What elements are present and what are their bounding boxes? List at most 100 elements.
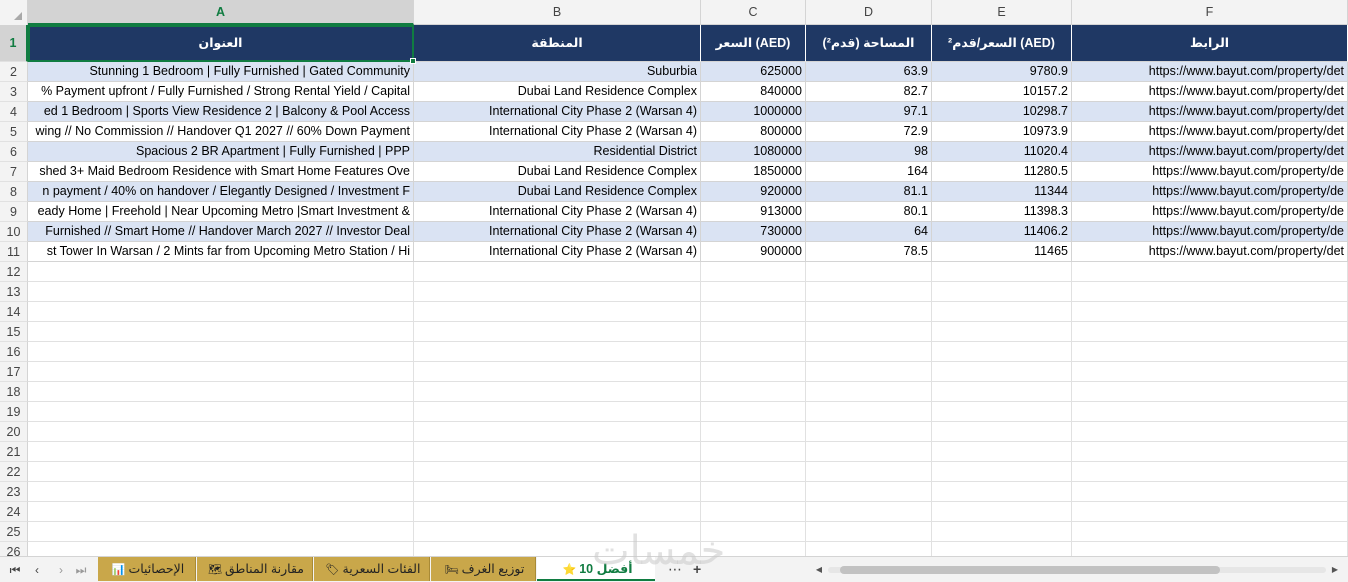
empty-cell[interactable] (1072, 542, 1348, 556)
empty-cell[interactable] (28, 302, 414, 322)
row-header[interactable]: 25 (0, 522, 28, 542)
empty-cell[interactable] (932, 422, 1072, 442)
empty-cell[interactable] (701, 302, 806, 322)
row-header[interactable]: 8 (0, 182, 28, 202)
cell-link[interactable]: https://www.bayut.com/property/de (1072, 162, 1348, 182)
empty-cell[interactable] (28, 542, 414, 556)
cell-area[interactable]: Suburbia (414, 62, 701, 82)
empty-cell[interactable] (806, 402, 932, 422)
row-header[interactable]: 26 (0, 542, 28, 556)
cell-price[interactable]: 800000 (701, 122, 806, 142)
empty-cell[interactable] (932, 402, 1072, 422)
tab-price-categories[interactable]: 🏷 الفئات السعرية (314, 557, 430, 581)
cell-size[interactable]: 97.1 (806, 102, 932, 122)
row-header[interactable]: 14 (0, 302, 28, 322)
header-cell-price[interactable]: السعر (AED) (701, 25, 806, 62)
empty-cell[interactable] (414, 422, 701, 442)
empty-cell[interactable] (414, 382, 701, 402)
tab-statistics[interactable]: 📊 الإحصائيات (98, 557, 196, 581)
row-header[interactable]: 17 (0, 362, 28, 382)
cell-price-per-sqft[interactable]: 11406.2 (932, 222, 1072, 242)
empty-cell[interactable] (806, 382, 932, 402)
cell-link[interactable]: https://www.bayut.com/property/de (1072, 222, 1348, 242)
cell-size[interactable]: 81.1 (806, 182, 932, 202)
row-header[interactable]: 19 (0, 402, 28, 422)
cell-size[interactable]: 64 (806, 222, 932, 242)
tab-area-comparison[interactable]: 🗺 مقارنة المناطق (197, 557, 313, 581)
column-header-b[interactable]: B (414, 0, 701, 25)
row-header[interactable]: 10 (0, 222, 28, 242)
cell-title[interactable]: ed 1 Bedroom | Sports View Residence 2 |… (28, 102, 414, 122)
row-header[interactable]: 18 (0, 382, 28, 402)
empty-cell[interactable] (414, 262, 701, 282)
empty-cell[interactable] (932, 382, 1072, 402)
column-header-e[interactable]: E (932, 0, 1072, 25)
empty-cell[interactable] (701, 462, 806, 482)
empty-cell[interactable] (1072, 402, 1348, 422)
row-header[interactable]: 22 (0, 462, 28, 482)
cell-price[interactable]: 920000 (701, 182, 806, 202)
empty-cell[interactable] (932, 542, 1072, 556)
empty-cell[interactable] (701, 442, 806, 462)
empty-cell[interactable] (28, 442, 414, 462)
cell-size[interactable]: 98 (806, 142, 932, 162)
row-header[interactable]: 5 (0, 122, 28, 142)
empty-cell[interactable] (414, 302, 701, 322)
row-header[interactable]: 9 (0, 202, 28, 222)
cell-link[interactable]: https://www.bayut.com/property/de (1072, 202, 1348, 222)
cell-title[interactable]: n payment / 40% on handover / Elegantly … (28, 182, 414, 202)
empty-cell[interactable] (1072, 382, 1348, 402)
tab-room-distribution[interactable]: 🛏 توزيع الغرف (431, 557, 536, 581)
cell-area[interactable]: International City Phase 2 (Warsan 4) (414, 202, 701, 222)
empty-cell[interactable] (806, 442, 932, 462)
empty-cell[interactable] (1072, 482, 1348, 502)
row-header[interactable]: 1 (0, 25, 28, 62)
empty-cell[interactable] (806, 542, 932, 556)
empty-cell[interactable] (28, 462, 414, 482)
row-header[interactable]: 6 (0, 142, 28, 162)
empty-cell[interactable] (1072, 462, 1348, 482)
cell-title[interactable]: st Tower In Warsan / 2 Mints far from Up… (28, 242, 414, 262)
empty-cell[interactable] (932, 462, 1072, 482)
cell-title[interactable]: shed 3+ Maid Bedroom Residence with Smar… (28, 162, 414, 182)
row-header[interactable]: 23 (0, 482, 28, 502)
empty-cell[interactable] (701, 362, 806, 382)
empty-cell[interactable] (28, 342, 414, 362)
cell-price-per-sqft[interactable]: 10973.9 (932, 122, 1072, 142)
row-header[interactable]: 20 (0, 422, 28, 442)
empty-cell[interactable] (414, 342, 701, 362)
empty-cell[interactable] (701, 502, 806, 522)
first-sheet-button[interactable]: ⏮ (6, 561, 24, 579)
empty-cell[interactable] (932, 442, 1072, 462)
empty-cell[interactable] (1072, 522, 1348, 542)
empty-cell[interactable] (932, 322, 1072, 342)
cell-price-per-sqft[interactable]: 9780.9 (932, 62, 1072, 82)
empty-cell[interactable] (701, 342, 806, 362)
empty-cell[interactable] (932, 502, 1072, 522)
cell-area[interactable]: International City Phase 2 (Warsan 4) (414, 122, 701, 142)
column-header-f[interactable]: F (1072, 0, 1348, 25)
empty-cell[interactable] (1072, 442, 1348, 462)
empty-cell[interactable] (28, 482, 414, 502)
cell-link[interactable]: https://www.bayut.com/property/det (1072, 122, 1348, 142)
empty-cell[interactable] (414, 522, 701, 542)
empty-cell[interactable] (28, 282, 414, 302)
row-header[interactable]: 12 (0, 262, 28, 282)
empty-cell[interactable] (932, 362, 1072, 382)
empty-cell[interactable] (414, 542, 701, 556)
empty-cell[interactable] (701, 282, 806, 302)
empty-cell[interactable] (932, 482, 1072, 502)
empty-cell[interactable] (932, 302, 1072, 322)
empty-cell[interactable] (806, 262, 932, 282)
empty-cell[interactable] (1072, 282, 1348, 302)
column-header-a[interactable]: A (28, 0, 414, 25)
empty-cell[interactable] (806, 282, 932, 302)
row-header[interactable]: 4 (0, 102, 28, 122)
next-sheet-button[interactable]: › (52, 561, 70, 579)
empty-cell[interactable] (701, 522, 806, 542)
empty-cell[interactable] (414, 322, 701, 342)
cell-size[interactable]: 80.1 (806, 202, 932, 222)
empty-cell[interactable] (1072, 502, 1348, 522)
row-header[interactable]: 2 (0, 62, 28, 82)
empty-cell[interactable] (1072, 342, 1348, 362)
